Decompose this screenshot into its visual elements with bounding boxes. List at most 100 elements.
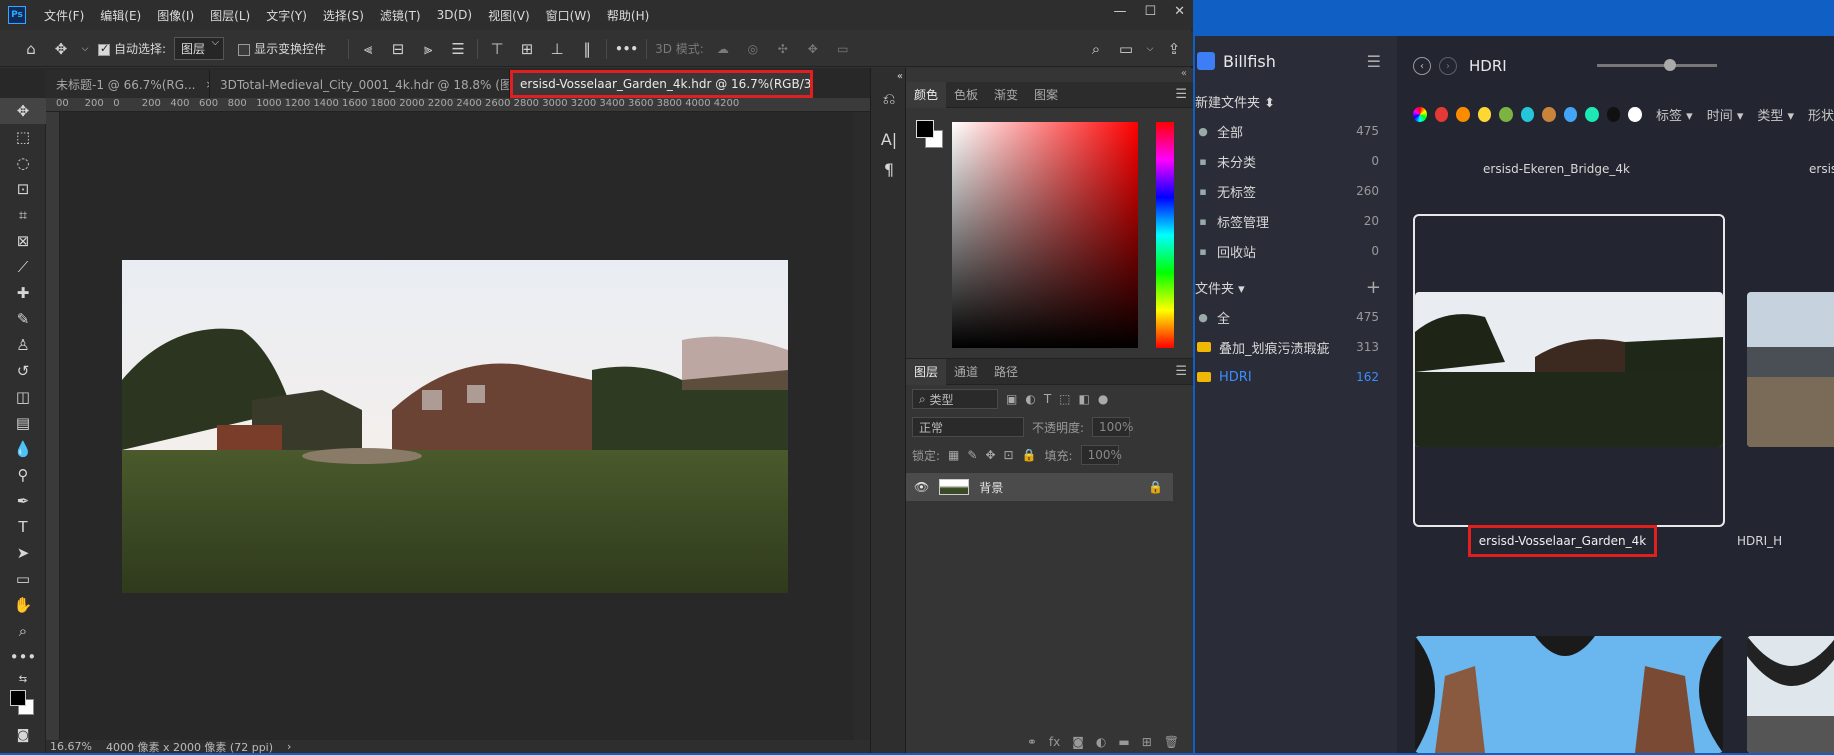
document-canvas[interactable] <box>60 112 854 740</box>
align-right-icon[interactable]: ⫸ <box>417 40 439 58</box>
color-wheel-icon[interactable] <box>1413 106 1427 122</box>
chevron-down-icon[interactable]: ⌵ <box>80 44 90 54</box>
sidebar-item-uncategorized[interactable]: ▪ 未分类 0 <box>1195 146 1397 176</box>
foreground-color-swatch[interactable] <box>10 690 26 706</box>
healing-brush-tool-icon[interactable]: ✚ <box>0 280 46 306</box>
color-filter-dot[interactable] <box>1434 106 1449 122</box>
history-brush-tool-icon[interactable]: ↺ <box>0 358 46 384</box>
menu-window[interactable]: 窗口(W) <box>538 7 599 24</box>
fx-icon[interactable]: fx <box>1049 735 1060 749</box>
move-tool-preset-icon[interactable]: ✥ <box>50 40 72 58</box>
panel-menu-icon[interactable]: ☰ <box>1175 87 1187 102</box>
color-filter-dot[interactable] <box>1542 106 1556 122</box>
zoom-tool-icon[interactable]: ⌕ <box>0 618 46 644</box>
layer-row-background[interactable]: 👁 背景 🔒 <box>906 473 1173 501</box>
3d-pan-icon[interactable]: ✣ <box>772 42 794 56</box>
distribute-vertical-icon[interactable]: ‖ <box>576 40 598 58</box>
sidebar-item-all[interactable]: ● 全部 475 <box>1195 116 1397 146</box>
more-options-button[interactable]: ••• <box>615 42 638 56</box>
tab-untitled-1[interactable]: 未标题-1 @ 66.7%(RG... × <box>46 70 210 98</box>
selected-asset-name[interactable]: ersisd-Vosselaar_Garden_4k <box>1468 525 1657 557</box>
menu-view[interactable]: 视图(V) <box>480 7 538 24</box>
menu-select[interactable]: 选择(S) <box>315 7 372 24</box>
thumbnail-size-slider[interactable] <box>1597 59 1717 71</box>
filter-shape-dropdown[interactable]: 形状 <box>1808 105 1834 124</box>
blur-tool-icon[interactable]: 💧 <box>0 436 46 462</box>
tab-gradients[interactable]: 渐变 <box>986 82 1026 108</box>
align-left-icon[interactable]: ⫷ <box>357 40 379 58</box>
path-select-tool-icon[interactable]: ➤ <box>0 540 46 566</box>
menu-file[interactable]: 文件(F) <box>36 7 92 24</box>
folder-item-hdri[interactable]: HDRI 162 <box>1195 362 1397 392</box>
3d-orbit-icon[interactable]: ☁ <box>712 42 734 56</box>
auto-select-target-dropdown[interactable]: 图层 <box>174 37 225 60</box>
edit-toolbar-icon[interactable]: ••• <box>0 644 46 670</box>
slider-knob[interactable] <box>1664 59 1677 71</box>
eyedropper-tool-icon[interactable]: ⟋ <box>0 254 46 280</box>
collapse-panels-icon[interactable]: « <box>871 68 907 84</box>
asset-thumbnail-bridge[interactable] <box>1747 292 1834 447</box>
new-layer-icon[interactable]: ⊞ <box>1142 735 1152 749</box>
character-icon[interactable]: A| <box>871 124 907 154</box>
layer-filter-dropdown[interactable]: ⌕ 类型 <box>912 389 998 409</box>
color-filter-dot[interactable] <box>1456 106 1470 122</box>
menu-type[interactable]: 文字(Y) <box>258 7 315 24</box>
tab-channels[interactable]: 通道 <box>946 359 986 385</box>
rectangle-tool-icon[interactable]: ▭ <box>0 566 46 592</box>
menu-3d[interactable]: 3D(D) <box>429 8 480 22</box>
align-bottom-icon[interactable]: ⊥ <box>546 40 568 58</box>
lock-paint-icon[interactable]: ✎ <box>967 448 977 462</box>
3d-slide-icon[interactable]: ✥ <box>802 42 824 56</box>
align-center-icon[interactable]: ⊟ <box>387 40 409 58</box>
eye-icon[interactable]: 👁 <box>914 480 929 494</box>
move-tool-icon[interactable]: ✥ <box>0 98 46 124</box>
tab-medieval-city[interactable]: 3DTotal-Medieval_City_0001_4k.hdr @ 18.8… <box>210 70 510 98</box>
asset-thumbnail-garden[interactable] <box>1415 292 1723 447</box>
color-filter-dot[interactable] <box>1477 106 1492 122</box>
filter-adjustment-icon[interactable]: ◐ <box>1025 392 1035 406</box>
filter-shape-icon[interactable]: ⬚ <box>1059 392 1070 406</box>
color-filter-dot[interactable] <box>1520 106 1535 122</box>
group-folder-icon[interactable]: ▬ <box>1118 735 1129 749</box>
folders-section[interactable]: 文件夹 ▾ + <box>1195 272 1397 302</box>
zoom-level[interactable]: 16.67% <box>50 740 92 753</box>
distribute-icon[interactable]: ☰ <box>447 40 469 58</box>
share-icon[interactable]: ⇪ <box>1163 40 1185 58</box>
chevron-down-icon[interactable]: ⌵ <box>1145 44 1155 54</box>
adjustment-layer-icon[interactable]: ◐ <box>1096 735 1106 749</box>
add-folder-icon[interactable]: + <box>1366 277 1381 298</box>
back-button[interactable]: ‹ <box>1413 57 1431 75</box>
lock-artboard-icon[interactable]: ⊡ <box>1004 448 1014 462</box>
color-field[interactable] <box>952 122 1138 348</box>
tab-layers[interactable]: 图层 <box>906 358 947 385</box>
hand-tool-icon[interactable]: ✋ <box>0 592 46 618</box>
swap-colors-icon[interactable]: ⇆ <box>0 670 46 688</box>
blend-mode-dropdown[interactable]: 正常 <box>912 417 1024 437</box>
workspace-icon[interactable]: ▭ <box>1115 40 1137 58</box>
show-transform-checkbox[interactable]: 显示变换控件 <box>238 40 326 57</box>
tab-color[interactable]: 颜色 <box>906 81 947 108</box>
clone-stamp-tool-icon[interactable]: ♙ <box>0 332 46 358</box>
auto-select-checkbox[interactable]: 自动选择: <box>98 40 166 57</box>
3d-roll-icon[interactable]: ◎ <box>742 42 764 56</box>
minimize-button[interactable]: — <box>1113 4 1126 19</box>
dodge-tool-icon[interactable]: ⚲ <box>0 462 46 488</box>
filter-pixel-icon[interactable]: ▣ <box>1006 392 1017 406</box>
lock-position-icon[interactable]: ✥ <box>985 448 995 462</box>
frame-tool-icon[interactable]: ⊠ <box>0 228 46 254</box>
folder-item-overlay[interactable]: 叠加_划痕污渍瑕疵 313 <box>1195 332 1397 362</box>
asset-name[interactable]: HDRI_H <box>1737 534 1782 548</box>
color-filter-dot[interactable] <box>1628 106 1643 122</box>
eraser-tool-icon[interactable]: ◫ <box>0 384 46 410</box>
tab-paths[interactable]: 路径 <box>986 359 1026 385</box>
hue-slider[interactable] <box>1156 122 1174 348</box>
menu-edit[interactable]: 编辑(E) <box>92 7 149 24</box>
filter-tags-dropdown[interactable]: 标签 ▾ <box>1656 105 1693 124</box>
menu-layer[interactable]: 图层(L) <box>202 7 258 24</box>
object-select-tool-icon[interactable]: ⊡ <box>0 176 46 202</box>
lock-transparent-icon[interactable]: ▦ <box>948 448 959 462</box>
lock-all-icon[interactable]: 🔒 <box>1022 448 1037 462</box>
collapse-right-icon[interactable]: « <box>906 68 1193 82</box>
folder-item-all[interactable]: ● 全 475 <box>1195 302 1397 332</box>
sidebar-item-trash[interactable]: ▪ 回收站 0 <box>1195 236 1397 266</box>
